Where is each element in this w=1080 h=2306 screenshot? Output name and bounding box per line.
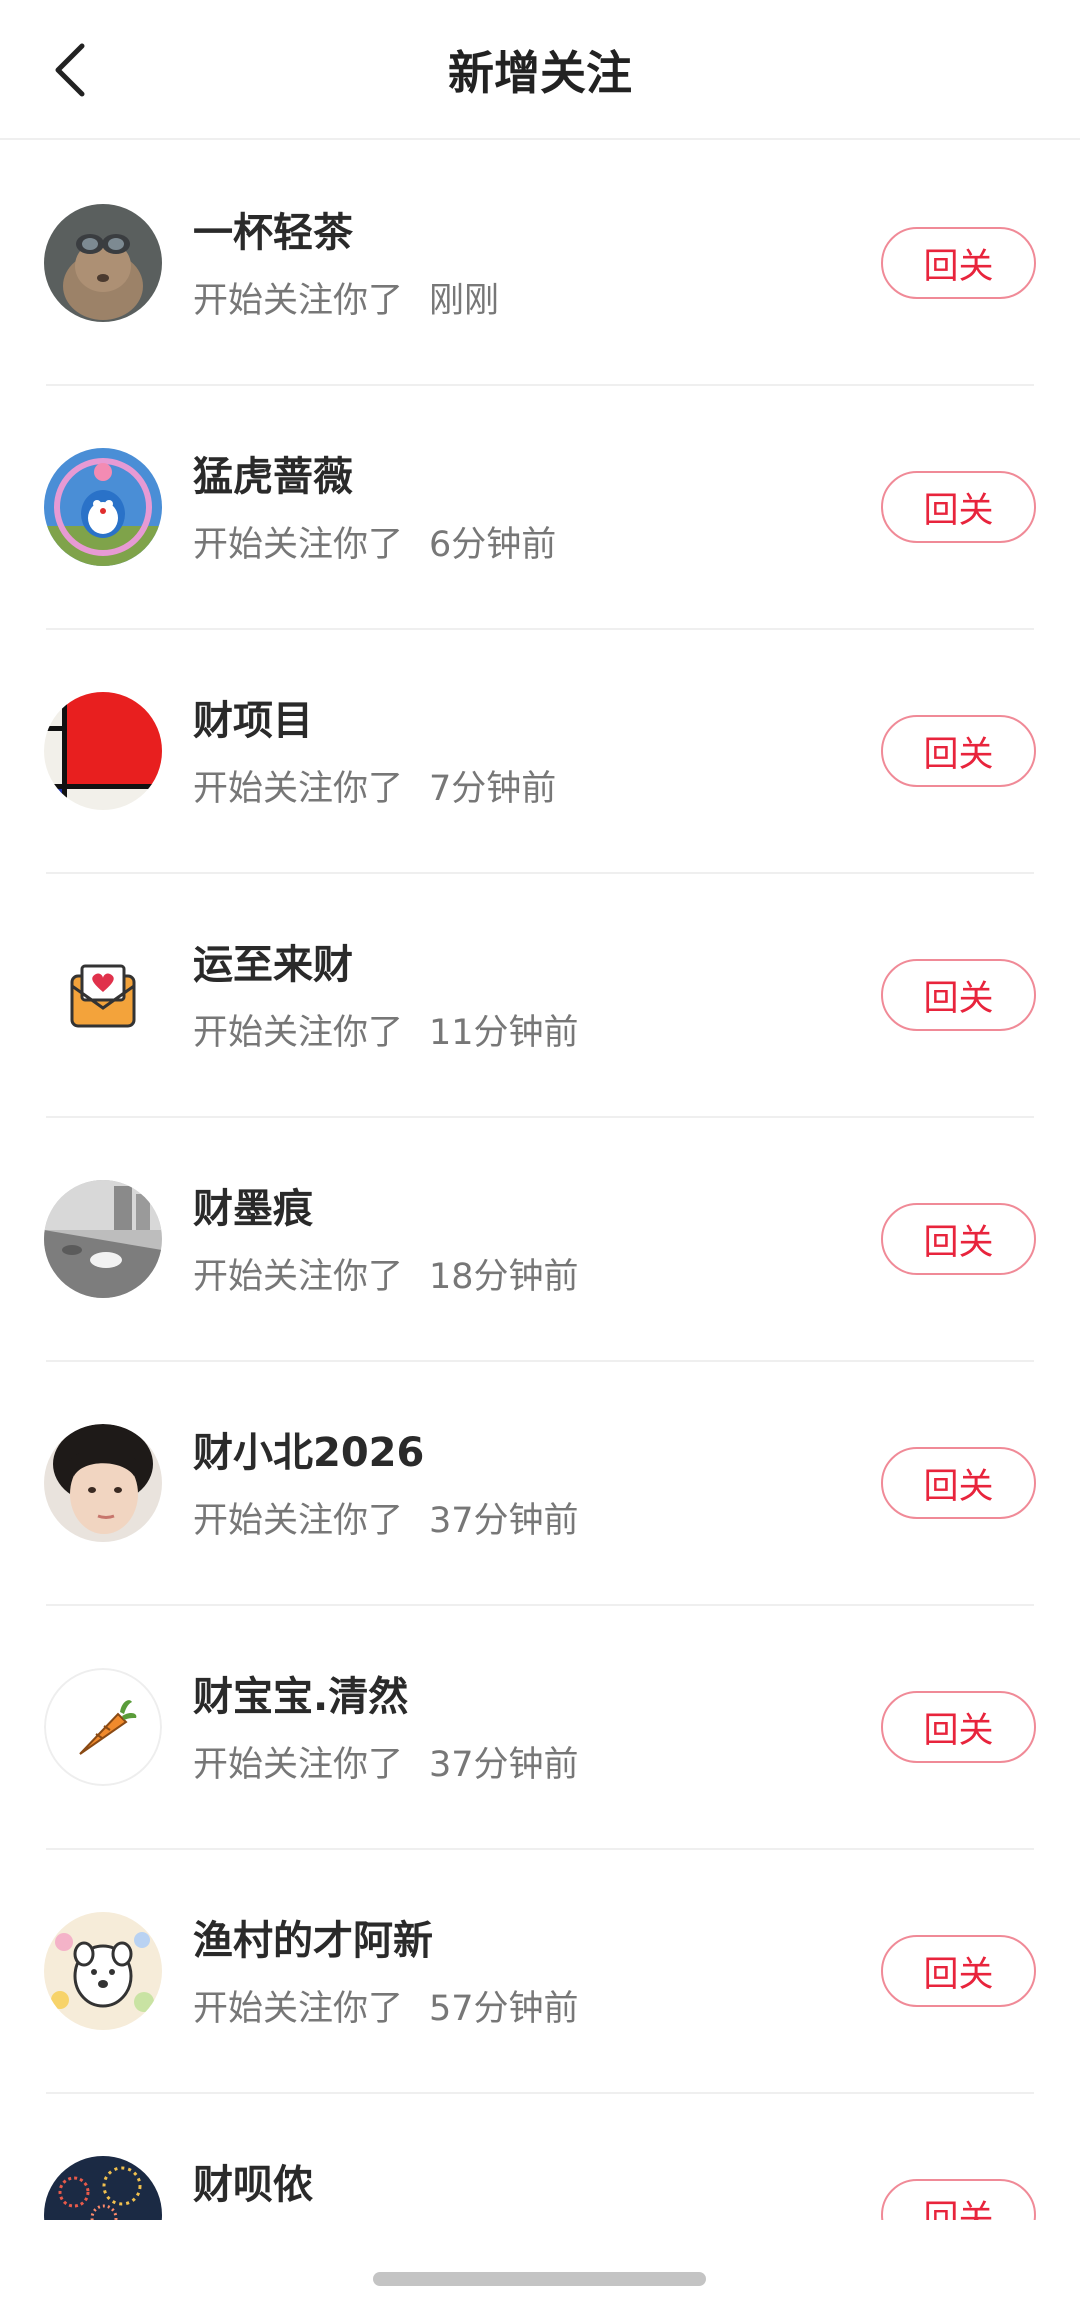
follow-back-button[interactable]: 回关 [881,227,1036,299]
follow-time: 6分钟前 [429,525,557,565]
follow-time: 57分钟前 [429,1989,579,2029]
list-item[interactable]: 运至来财 开始关注你了 11分钟前 回关 [0,874,1080,1118]
follow-meta: 开始关注你了 18分钟前 [193,1248,579,1299]
follow-back-button[interactable]: 回关 [881,2179,1036,2220]
carrot-avatar[interactable] [44,1668,162,1786]
follow-back-button[interactable]: 回关 [881,1691,1036,1763]
street-photo-avatar[interactable] [44,1180,162,1298]
follow-meta: 开始关注你了 7分钟前 [193,760,556,811]
user-name[interactable]: 财宝宝.清然 [193,1664,408,1722]
follow-meta: 开始关注你了 11分钟前 [193,1004,579,1055]
fireworks-avatar[interactable] [44,2156,162,2220]
follow-back-button[interactable]: 回关 [881,1447,1036,1519]
follow-time: 37分钟前 [429,1745,579,1785]
list-item[interactable]: 财呗侬 回关 [0,2094,1080,2220]
follow-meta: 开始关注你了 37分钟前 [193,1492,579,1543]
rabbit-with-goggles-avatar[interactable] [44,204,162,322]
top-bar: 新增关注 [0,0,1080,140]
list-item[interactable]: 财项目 开始关注你了 7分钟前 回关 [0,630,1080,874]
follow-back-button[interactable]: 回关 [881,1203,1036,1275]
list-item[interactable]: 渔村的才阿新 开始关注你了 57分钟前 回关 [0,1850,1080,2094]
doraemon-avatar[interactable] [44,448,162,566]
follow-back-button[interactable]: 回关 [881,959,1036,1031]
follow-text: 开始关注你了 [193,1989,404,2029]
user-name[interactable]: 猛虎蔷薇 [193,444,353,502]
follow-back-button[interactable]: 回关 [881,471,1036,543]
follow-meta: 开始关注你了 刚刚 [193,272,499,323]
home-indicator[interactable] [373,2272,706,2286]
follow-text: 开始关注你了 [193,281,404,321]
user-name[interactable]: 财呗侬 [193,2152,313,2210]
follow-time: 刚刚 [429,281,500,321]
mondrian-red-avatar[interactable] [44,692,162,810]
follow-time: 37分钟前 [429,1501,579,1541]
list-item[interactable]: 财墨痕 开始关注你了 18分钟前 回关 [0,1118,1080,1362]
user-name[interactable]: 财项目 [193,688,313,746]
new-followers-list: 一杯轻茶 开始关注你了 刚刚 回关 猛虎蔷薇 开始关注你了 6分钟前 回关 财项… [0,142,1080,2220]
flower-cartoon-avatar[interactable] [44,1912,162,2030]
follow-time: 11分钟前 [429,1013,579,1053]
list-item[interactable]: 猛虎蔷薇 开始关注你了 6分钟前 回关 [0,386,1080,630]
list-item[interactable]: 财宝宝.清然 开始关注你了 37分钟前 回关 [0,1606,1080,1850]
list-item[interactable]: 财小北2026 开始关注你了 37分钟前 回关 [0,1362,1080,1606]
follow-back-button[interactable]: 回关 [881,715,1036,787]
user-name[interactable]: 渔村的才阿新 [193,1908,433,1966]
user-name[interactable]: 财墨痕 [193,1176,313,1234]
follow-time: 7分钟前 [429,769,557,809]
user-name[interactable]: 财小北2026 [193,1420,424,1478]
follow-time: 18分钟前 [429,1257,579,1297]
follow-meta: 开始关注你了 57分钟前 [193,1980,579,2031]
follow-text: 开始关注你了 [193,1745,404,1785]
follow-meta: 开始关注你了 37分钟前 [193,1736,579,1787]
heart-envelope-avatar[interactable] [44,936,162,1054]
follow-text: 开始关注你了 [193,1257,404,1297]
user-name[interactable]: 一杯轻茶 [193,200,353,258]
follow-meta: 开始关注你了 6分钟前 [193,516,556,567]
follow-text: 开始关注你了 [193,1501,404,1541]
list-item[interactable]: 一杯轻茶 开始关注你了 刚刚 回关 [0,142,1080,386]
follow-text: 开始关注你了 [193,525,404,565]
follow-back-button[interactable]: 回关 [881,1935,1036,2007]
user-name[interactable]: 运至来财 [193,932,353,990]
girl-portrait-avatar[interactable] [44,1424,162,1542]
page-title: 新增关注 [448,46,632,100]
follow-text: 开始关注你了 [193,769,404,809]
follow-text: 开始关注你了 [193,1013,404,1053]
